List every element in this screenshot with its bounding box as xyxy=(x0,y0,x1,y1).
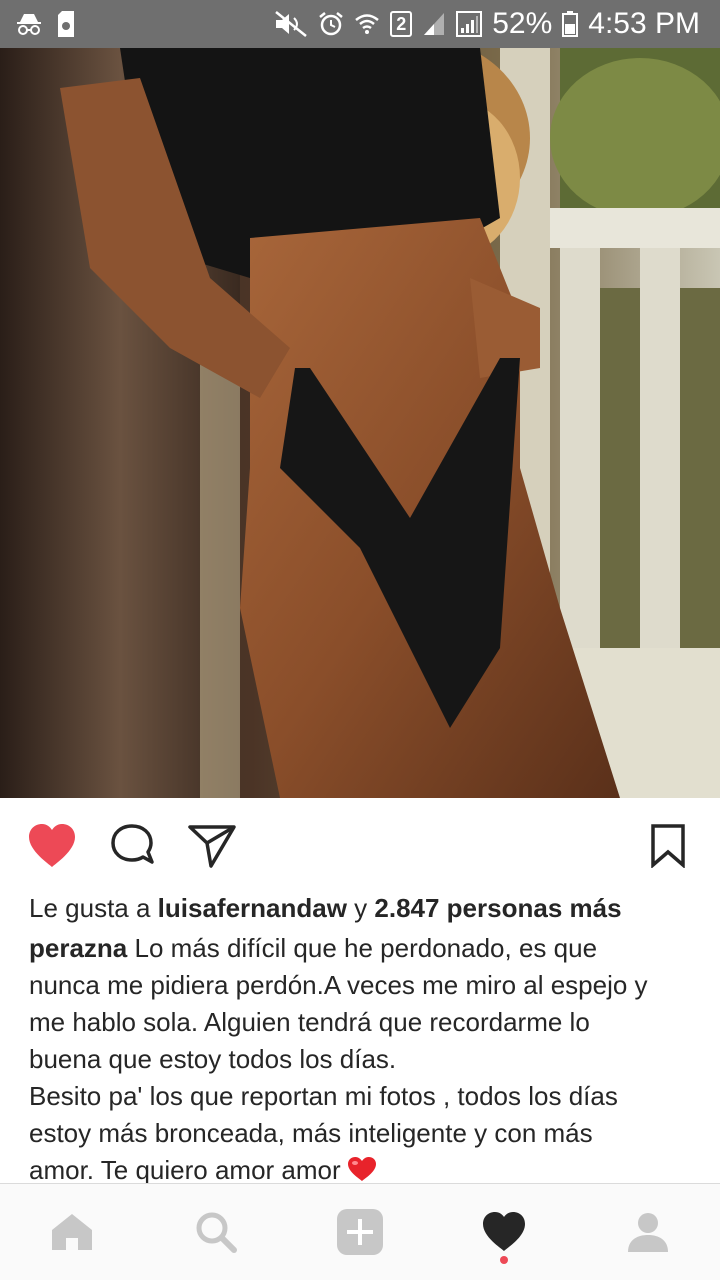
caption-line: nunca me pidiera perdón.A veces me miro … xyxy=(29,970,648,1000)
paper-plane-icon xyxy=(188,825,236,868)
caption-line: me hablo sola. Alguien tendrá que record… xyxy=(29,1007,590,1037)
wifi-icon xyxy=(354,11,380,37)
liked-by-user-link[interactable]: luisafernandaw xyxy=(158,893,347,923)
likes-connector: y xyxy=(346,893,375,923)
likes-prefix: Le gusta a xyxy=(29,893,158,923)
activity-notification-dot xyxy=(500,1256,508,1264)
post-photo[interactable] xyxy=(0,48,720,798)
bookmark-icon xyxy=(651,824,685,868)
search-icon xyxy=(196,1212,237,1253)
clock: 4:53 PM xyxy=(588,7,700,40)
profile-icon xyxy=(628,1213,668,1252)
add-icon xyxy=(337,1209,383,1255)
signal-icon xyxy=(456,11,483,37)
bottom-navigation xyxy=(0,1183,720,1280)
sim2-icon: 2 xyxy=(390,11,413,37)
storage-icon xyxy=(56,11,76,37)
post-actions xyxy=(0,798,720,890)
nav-add-button[interactable] xyxy=(336,1208,384,1256)
nav-profile-button[interactable] xyxy=(624,1208,672,1256)
heart-icon xyxy=(29,824,75,867)
caption-line: buena que estoy todos los días. xyxy=(29,1044,397,1074)
like-button[interactable] xyxy=(26,820,78,872)
likes-count-link[interactable]: 2.847 personas más xyxy=(374,893,621,923)
status-bar: 2 52% 4:53 PM xyxy=(0,0,720,48)
nav-activity-button[interactable] xyxy=(480,1208,528,1256)
comment-icon xyxy=(111,824,154,864)
battery-icon xyxy=(562,11,579,37)
caption-line: amor. Te quiero amor amor xyxy=(29,1155,341,1185)
activity-heart-icon xyxy=(483,1212,525,1251)
incognito-icon xyxy=(16,12,42,36)
caption-line: Lo más difícil que he perdonado, es que xyxy=(127,933,598,963)
comment-button[interactable] xyxy=(106,820,158,872)
home-icon xyxy=(52,1214,92,1250)
save-button[interactable] xyxy=(642,820,694,872)
caption-line: estoy más bronceada, más inteligente y c… xyxy=(29,1118,593,1148)
alarm-icon xyxy=(318,11,344,37)
mute-icon xyxy=(274,10,308,38)
nav-search-button[interactable] xyxy=(192,1208,240,1256)
caption-line: Besito pa' los que reportan mi fotos , t… xyxy=(29,1081,618,1111)
post-caption: perazna Lo más difícil que he perdonado,… xyxy=(29,930,699,1192)
signal-icon xyxy=(422,11,446,37)
nav-home-button[interactable] xyxy=(48,1208,96,1256)
caption-username-link[interactable]: perazna xyxy=(29,933,127,963)
likes-summary: Le gusta a luisafernandaw y 2.847 person… xyxy=(29,890,699,926)
share-button[interactable] xyxy=(186,820,238,872)
battery-percent: 52% xyxy=(492,7,553,40)
